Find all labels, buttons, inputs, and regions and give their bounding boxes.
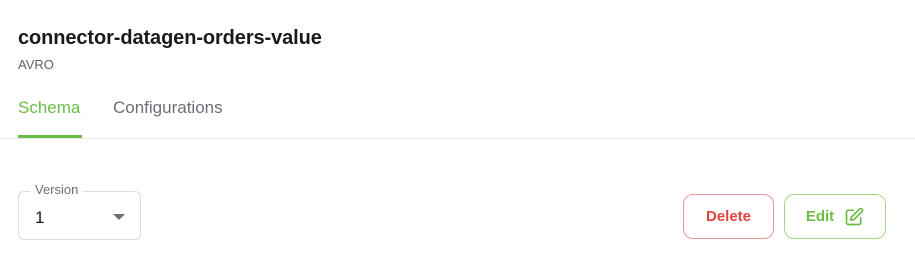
edit-pencil-icon	[844, 207, 864, 227]
schema-type-label: AVRO	[18, 57, 54, 72]
tab-configurations[interactable]: Configurations	[113, 98, 223, 118]
tab-bar: Schema Configurations	[0, 90, 915, 139]
edit-button-label: Edit	[805, 208, 835, 225]
active-tab-indicator	[18, 135, 82, 138]
schema-detail-page: connector-datagen-orders-value AVRO Sche…	[0, 0, 915, 259]
version-select-value: 1	[35, 208, 45, 227]
tab-schema[interactable]: Schema	[18, 98, 80, 118]
version-select-label: Version	[30, 182, 84, 198]
page-title: connector-datagen-orders-value	[18, 27, 322, 49]
edit-button[interactable]: Edit	[784, 194, 886, 239]
delete-button[interactable]: Delete	[683, 194, 774, 239]
chevron-down-icon	[113, 214, 125, 220]
delete-button-label: Delete	[705, 208, 752, 225]
version-select[interactable]: 1	[18, 191, 141, 240]
